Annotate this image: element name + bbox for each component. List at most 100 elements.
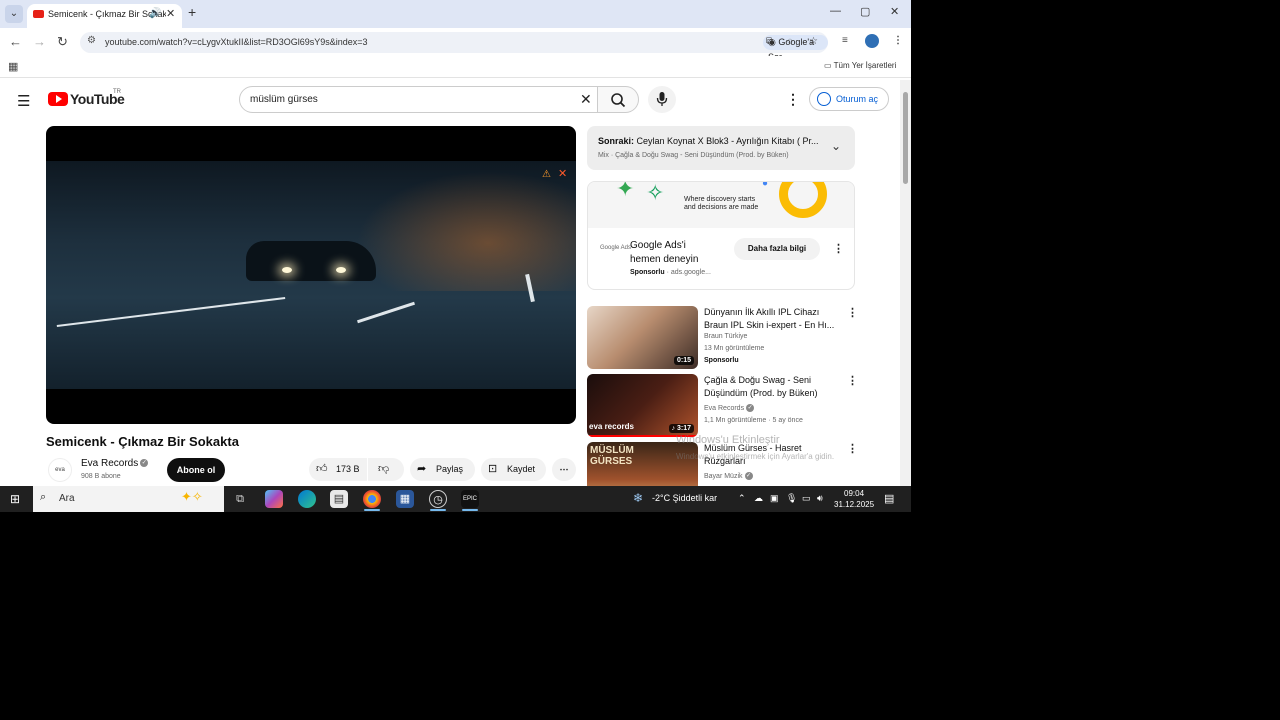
cast-icon[interactable]: ⧉ xyxy=(766,36,773,47)
more-vertical-icon[interactable]: ⋮ xyxy=(847,374,858,387)
network-icon[interactable]: ▭ xyxy=(802,493,811,504)
audio-playing-icon[interactable]: 🔊 xyxy=(149,8,161,19)
road-marking xyxy=(357,301,415,324)
url-text[interactable]: youtube.com/watch?v=cLygvXtukII&list=RD3… xyxy=(105,37,368,47)
search-button[interactable] xyxy=(597,86,639,113)
browser-menu-icon[interactable]: ⋮ xyxy=(893,35,903,46)
microphone-icon xyxy=(656,92,668,106)
reload-icon[interactable]: ↻ xyxy=(57,34,68,50)
playlist-up-next[interactable]: Sonraki: Ceylan Koynat X Blok3 - Ayrılığ… xyxy=(587,126,855,170)
app-active-indicator xyxy=(430,509,446,511)
profile-avatar[interactable] xyxy=(865,34,879,48)
all-bookmarks-folder[interactable]: ▭ Tüm Yer İşaretleri xyxy=(824,61,896,70)
scrollbar-thumb[interactable] xyxy=(903,92,908,184)
calculator-icon[interactable]: ▦ xyxy=(396,490,414,508)
close-overlay-icon[interactable]: ✕ xyxy=(558,167,567,180)
notifications-icon[interactable]: ▤ xyxy=(884,492,894,505)
activation-watermark: Windows'u Etkinleştir xyxy=(676,434,780,446)
forward-icon[interactable]: → xyxy=(33,34,46,49)
bookmark-star-icon[interactable]: ☆ xyxy=(809,36,818,47)
video-thumbnail[interactable]: 0:15 xyxy=(587,306,698,369)
list-item[interactable]: eva records ♪ 3:17 Çağla & Doğu Swag - S… xyxy=(587,374,858,438)
bookmark-icon: ⊡ xyxy=(488,463,498,475)
eye-off-icon[interactable]: ◌ xyxy=(787,36,793,47)
channel-name[interactable]: Eva Records ✓ xyxy=(704,404,755,412)
voice-search-button[interactable] xyxy=(648,86,676,113)
thumbnail-text: MÜSLÜM GÜRSES xyxy=(590,445,634,467)
youtube-logo-icon[interactable] xyxy=(48,92,68,106)
epic-games-icon[interactable]: EPIC xyxy=(461,490,479,508)
system-clock[interactable]: 09:04 31.12.2025 xyxy=(834,488,874,510)
tray-app-icon[interactable]: ▣ xyxy=(770,493,779,504)
account-icon xyxy=(817,92,831,106)
dislike-button[interactable]: 👎︎ xyxy=(368,458,404,481)
minimize-icon[interactable]: — xyxy=(830,5,841,17)
page-scrollbar[interactable] xyxy=(900,80,911,486)
youtube-favicon-icon xyxy=(33,10,44,18)
sign-in-button[interactable]: Oturum aç xyxy=(809,87,889,111)
channel-name[interactable]: Eva Records ✓ xyxy=(81,458,149,469)
chrome-icon[interactable] xyxy=(363,490,381,508)
video-title[interactable]: Dünyanın İlk Akıllı IPL Cihazı Braun IPL… xyxy=(704,306,844,332)
video-thumbnail[interactable]: MÜSLÜM GÜRSES xyxy=(587,442,698,486)
list-item[interactable]: 0:15 Dünyanın İlk Akıllı IPL Cihazı Brau… xyxy=(587,306,858,370)
maximize-icon[interactable]: ▢ xyxy=(860,5,870,18)
duration-badge: ♪ 3:17 xyxy=(668,424,694,433)
share-label: Paylaş xyxy=(436,464,464,474)
onedrive-icon[interactable]: ☁ xyxy=(754,493,763,504)
video-thumbnail[interactable]: eva records ♪ 3:17 xyxy=(587,374,698,437)
search-query[interactable]: müslüm gürses xyxy=(250,94,318,105)
sparkle-icon: ✦ xyxy=(616,181,635,201)
subscribe-button[interactable]: Abone ol xyxy=(167,458,225,482)
close-tab-icon[interactable]: ✕ xyxy=(166,7,175,20)
hamburger-menu-icon[interactable]: ☰ xyxy=(17,92,30,110)
tray-expand-icon[interactable]: ⌃ xyxy=(738,493,746,504)
chevron-down-icon[interactable]: ⌄ xyxy=(831,139,841,153)
ad-more-icon[interactable]: ⋮ xyxy=(833,242,844,255)
edge-icon[interactable] xyxy=(298,490,316,508)
more-vertical-icon[interactable]: ⋮ xyxy=(847,442,858,455)
microphone-tray-icon[interactable]: 🎙︎ xyxy=(786,493,797,504)
save-button[interactable]: ⊡ Kaydet xyxy=(481,458,546,481)
site-info-icon[interactable]: ⚙ xyxy=(87,35,96,46)
address-bar[interactable]: ⚙ youtube.com/watch?v=cLygvXtukII&list=R… xyxy=(80,32,828,62)
task-view-icon[interactable]: ⧉ xyxy=(231,490,249,508)
sponsored-label: Sponsorlu xyxy=(704,357,739,364)
window-close-icon[interactable]: ✕ xyxy=(890,5,899,18)
search-input[interactable]: müslüm gürses ✕ xyxy=(239,86,598,113)
back-icon[interactable]: ← xyxy=(9,34,22,49)
more-actions-button[interactable]: ⋯ xyxy=(552,458,576,481)
share-button[interactable]: ➦ Paylaş xyxy=(410,458,475,481)
ad-title: Google Ads'i hemen deneyin xyxy=(630,240,699,265)
tab-search-button[interactable]: ⌄ xyxy=(5,5,23,23)
media-control-icon[interactable]: ≡ xyxy=(842,35,848,46)
taskbar-search[interactable]: ⌕ Ara ✦✧ xyxy=(33,486,224,512)
more-vertical-icon[interactable]: ⋮ xyxy=(847,306,858,319)
weather-text[interactable]: -2°C Şiddetli kar xyxy=(652,493,717,503)
channel-name[interactable]: Braun Türkiye xyxy=(704,333,747,340)
list-item[interactable]: MÜSLÜM GÜRSES Müslüm Gürses - Hasret Rüz… xyxy=(587,442,858,486)
clear-search-icon[interactable]: ✕ xyxy=(580,91,592,108)
video-player[interactable]: ⚠ ✕ xyxy=(46,126,576,424)
channel-avatar[interactable]: eva xyxy=(48,458,72,482)
store-icon[interactable]: ▤ xyxy=(330,490,348,508)
youtube-page: ☰ YouTube TR müslüm gürses ✕ ⋮ Oturum aç xyxy=(0,80,900,486)
ad-cta-button[interactable]: Daha fazla bilgi xyxy=(734,238,820,260)
settings-menu-icon[interactable]: ⋮ xyxy=(786,91,800,108)
weather-snow-icon[interactable]: ❄ xyxy=(633,491,643,505)
apps-grid-icon[interactable]: ▦ xyxy=(8,60,18,73)
volume-icon[interactable]: 🔊︎ xyxy=(817,493,823,504)
browser-tab-active[interactable]: Semicenk - Çıkmaz Bir Sokak 🔊 ✕ xyxy=(27,4,182,28)
road-line xyxy=(56,296,286,328)
sponsored-ad-card[interactable]: ✦ ✧ ● Where discovery starts and decision… xyxy=(587,181,855,290)
video-title[interactable]: Çağla & Doğu Swag - Seni Düşündüm (Prod.… xyxy=(704,374,844,400)
windows-start-icon[interactable]: ⊞ xyxy=(10,492,20,506)
new-tab-button[interactable]: + xyxy=(188,4,196,20)
browser-titlebar: ⌄ Semicenk - Çıkmaz Bir Sokak 🔊 ✕ + — ▢ … xyxy=(0,0,911,28)
channel-name[interactable]: Bayar Müzik ✓ xyxy=(704,472,753,480)
like-button[interactable]: 👍︎ 173 B xyxy=(309,458,367,481)
search-icon: ⌕ xyxy=(40,491,47,503)
app-clock-icon[interactable]: ◷ xyxy=(429,490,447,508)
search-icon xyxy=(611,93,626,108)
copilot-icon[interactable] xyxy=(265,490,283,508)
